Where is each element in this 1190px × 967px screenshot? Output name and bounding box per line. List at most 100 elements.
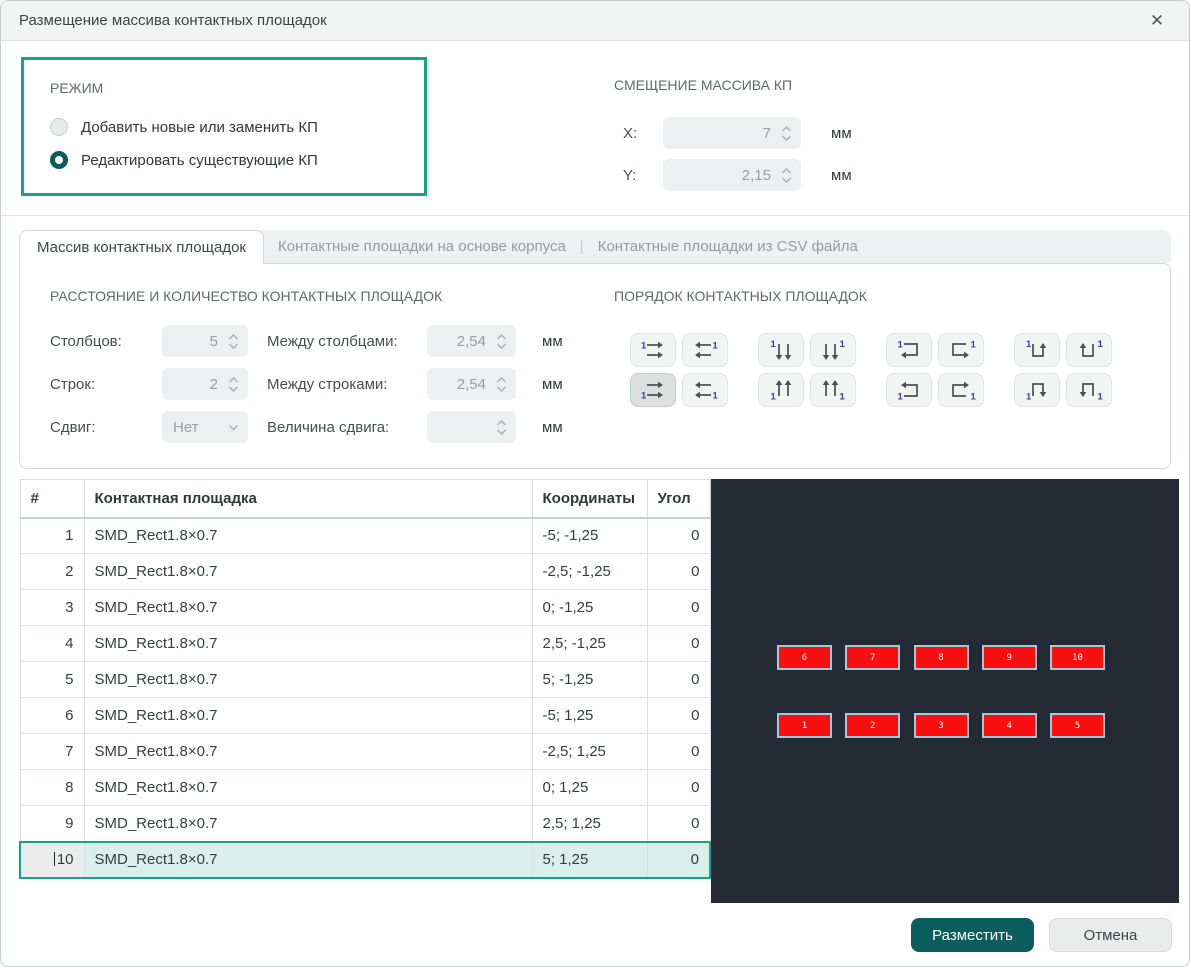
preview-pad-3[interactable]: 3 [913, 713, 969, 738]
place-button[interactable]: Разместить [911, 918, 1034, 952]
coords-cell[interactable]: 5; -1,25 [531, 661, 648, 698]
chevron-down-icon[interactable] [228, 424, 239, 431]
pad-table-row[interactable]: 5 SMD_Rect1.8×0.7 5; -1,25 0 [19, 661, 711, 698]
tab-pads-from-package[interactable]: Контактные площадки на основе корпуса [264, 230, 580, 263]
spinner-up-down-icon[interactable] [228, 376, 239, 392]
spinner-up-down-icon[interactable] [781, 125, 792, 141]
row-number-cell[interactable]: 3 [19, 589, 85, 626]
order-snake-rows-start-bottom-left-button[interactable]: 1 [886, 373, 932, 407]
spinner-up-down-icon[interactable] [228, 333, 239, 349]
preview-pad-9[interactable]: 9 [981, 645, 1037, 670]
pad-table-row[interactable]: 6 SMD_Rect1.8×0.7 -5; 1,25 0 [19, 697, 711, 734]
shift-dropdown[interactable]: Нет [162, 411, 248, 443]
close-icon[interactable]: ✕ [1145, 9, 1169, 33]
order-snake-rows-start-top-right-button[interactable]: 1 [938, 333, 984, 367]
preview-pad-8[interactable]: 8 [913, 645, 969, 670]
angle-cell[interactable]: 0 [646, 661, 711, 698]
order-rows-left-start-bottom-button[interactable]: 1 [682, 373, 728, 407]
coords-cell[interactable]: 2,5; 1,25 [531, 805, 648, 842]
order-rows-right-start-top-button[interactable]: 1 [630, 333, 676, 367]
preview-pad-2[interactable]: 2 [845, 713, 901, 738]
coords-cell[interactable]: -5; 1,25 [531, 697, 648, 734]
row-number-cell[interactable]: 10 [19, 841, 85, 878]
radio-selected-icon[interactable] [50, 151, 68, 169]
pad-name-cell[interactable]: SMD_Rect1.8×0.7 [83, 841, 533, 878]
order-rows-right-start-bottom-button[interactable]: 1 [630, 373, 676, 407]
pad-name-cell[interactable]: SMD_Rect1.8×0.7 [83, 589, 533, 626]
spinner-up-down-icon[interactable] [496, 333, 507, 349]
row-spacing-spinner[interactable]: 2,54 [427, 368, 516, 400]
order-snake-rows-start-bottom-right-button[interactable]: 1 [938, 373, 984, 407]
pad-name-cell[interactable]: SMD_Rect1.8×0.7 [83, 553, 533, 590]
pad-table-row[interactable]: 4 SMD_Rect1.8×0.7 2,5; -1,25 0 [19, 625, 711, 662]
coords-cell[interactable]: -2,5; -1,25 [531, 553, 648, 590]
angle-cell[interactable]: 0 [646, 697, 711, 734]
coords-cell[interactable]: -2,5; 1,25 [531, 733, 648, 770]
preview-canvas[interactable]: 6 7 8 9 10 1 2 3 4 5 [711, 479, 1179, 903]
pad-name-cell[interactable]: SMD_Rect1.8×0.7 [83, 661, 533, 698]
columns-count-spinner[interactable]: 5 [162, 325, 248, 357]
rows-count-spinner[interactable]: 2 [162, 368, 248, 400]
preview-pad-4[interactable]: 4 [981, 713, 1037, 738]
pad-table-row[interactable]: 3 SMD_Rect1.8×0.7 0; -1,25 0 [19, 589, 711, 626]
order-snake-cols-start-bottom-right-button[interactable]: 1 [1066, 373, 1112, 407]
spinner-up-down-icon[interactable] [496, 376, 507, 392]
angle-cell[interactable]: 0 [646, 553, 711, 590]
coords-cell[interactable]: 0; 1,25 [531, 769, 648, 806]
pad-table-row[interactable]: 10 SMD_Rect1.8×0.7 5; 1,25 0 [19, 841, 711, 878]
mode-option-edit-existing[interactable]: Редактировать существующие КП [50, 151, 318, 169]
shift-amount-spinner[interactable] [427, 411, 516, 443]
angle-cell[interactable]: 0 [646, 589, 711, 626]
cancel-button[interactable]: Отмена [1049, 918, 1172, 952]
row-number-cell[interactable]: 1 [19, 517, 85, 554]
row-number-cell[interactable]: 7 [19, 733, 85, 770]
order-snake-rows-start-top-left-button[interactable]: 1 [886, 333, 932, 367]
order-cols-up-start-left-button[interactable]: 1 [758, 373, 804, 407]
order-cols-down-start-right-button[interactable]: 1 [810, 333, 856, 367]
column-spacing-spinner[interactable]: 2,54 [427, 325, 516, 357]
row-number-cell[interactable]: 8 [19, 769, 85, 806]
pad-name-cell[interactable]: SMD_Rect1.8×0.7 [83, 697, 533, 734]
row-number-cell[interactable]: 2 [19, 553, 85, 590]
pad-table-row[interactable]: 2 SMD_Rect1.8×0.7 -2,5; -1,25 0 [19, 553, 711, 590]
coords-cell[interactable]: 5; 1,25 [531, 841, 648, 878]
pad-name-cell[interactable]: SMD_Rect1.8×0.7 [83, 805, 533, 842]
pad-name-cell[interactable]: SMD_Rect1.8×0.7 [83, 769, 533, 806]
radio-unselected-icon[interactable] [50, 118, 68, 136]
row-number-cell[interactable]: 9 [19, 805, 85, 842]
preview-pad-5[interactable]: 5 [1050, 713, 1105, 738]
spinner-up-down-icon[interactable] [781, 167, 792, 183]
pad-table-row[interactable]: 9 SMD_Rect1.8×0.7 2,5; 1,25 0 [19, 805, 711, 842]
order-snake-cols-start-top-right-button[interactable]: 1 [1066, 333, 1112, 367]
preview-pad-1[interactable]: 1 [777, 713, 832, 738]
angle-cell[interactable]: 0 [646, 733, 711, 770]
row-number-cell[interactable]: 5 [19, 661, 85, 698]
coords-cell[interactable]: -5; -1,25 [531, 517, 648, 554]
row-number-cell[interactable]: 6 [19, 697, 85, 734]
mode-option-add-or-replace[interactable]: Добавить новые или заменить КП [50, 118, 318, 136]
pad-table-row[interactable]: 8 SMD_Rect1.8×0.7 0; 1,25 0 [19, 769, 711, 806]
order-cols-down-start-left-button[interactable]: 1 [758, 333, 804, 367]
coords-cell[interactable]: 0; -1,25 [531, 589, 648, 626]
preview-pad-6[interactable]: 6 [777, 645, 832, 670]
order-snake-cols-start-bottom-left-button[interactable]: 1 [1014, 373, 1060, 407]
preview-pad-7[interactable]: 7 [845, 645, 901, 670]
pad-name-cell[interactable]: SMD_Rect1.8×0.7 [83, 625, 533, 662]
tab-pads-from-csv[interactable]: Контактные площадки из CSV файла [584, 230, 872, 263]
order-snake-cols-start-top-left-button[interactable]: 1 [1014, 333, 1060, 367]
angle-cell[interactable]: 0 [646, 625, 711, 662]
angle-cell[interactable]: 0 [646, 769, 711, 806]
pad-name-cell[interactable]: SMD_Rect1.8×0.7 [83, 733, 533, 770]
offset-y-spinner[interactable]: 2,15 [663, 159, 801, 191]
spinner-up-down-icon[interactable] [496, 419, 507, 435]
pad-table-row[interactable]: 1 SMD_Rect1.8×0.7 -5; -1,25 0 [19, 517, 711, 554]
order-cols-up-start-right-button[interactable]: 1 [810, 373, 856, 407]
preview-pad-10[interactable]: 10 [1050, 645, 1105, 670]
pad-name-cell[interactable]: SMD_Rect1.8×0.7 [83, 517, 533, 554]
tab-pad-array[interactable]: Массив контактных площадок [19, 230, 264, 264]
pad-table-row[interactable]: 7 SMD_Rect1.8×0.7 -2,5; 1,25 0 [19, 733, 711, 770]
angle-cell[interactable]: 0 [646, 805, 711, 842]
offset-x-spinner[interactable]: 7 [663, 117, 801, 149]
angle-cell[interactable]: 0 [646, 517, 711, 554]
order-rows-left-start-top-button[interactable]: 1 [682, 333, 728, 367]
